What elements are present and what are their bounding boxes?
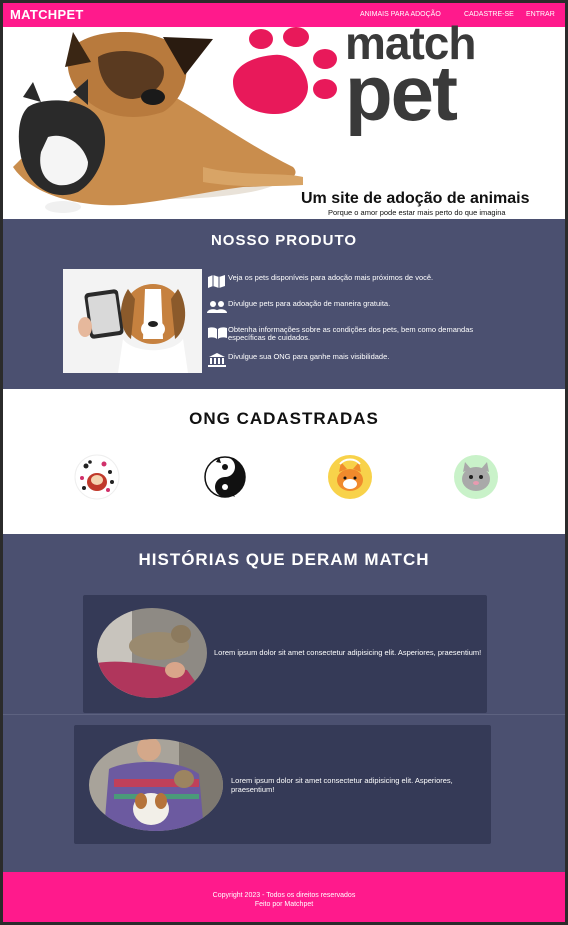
nav-link-entrar[interactable]: ENTRAR [526, 11, 555, 18]
feature-item: Divulgue pets para adoação de maneira gr… [207, 300, 390, 314]
logo-text-pet: pet [345, 49, 458, 137]
feature-text: Divulgue sua ONG para ganhe mais visibil… [228, 352, 390, 361]
section-divider [3, 714, 565, 715]
feature-item: Obtenha informações sobre as condições d… [207, 326, 487, 342]
section-title-historias: HISTÓRIAS QUE DERAM MATCH [138, 550, 430, 569]
ong-logo-paws[interactable] [74, 454, 120, 500]
footer-made-by: Feito por Matchpet [254, 901, 314, 908]
ong-logo-orange-cat[interactable] [325, 454, 375, 500]
section-title-produto: NOSSO PRODUTO [210, 232, 358, 249]
page-frame: MATCHPET ANIMAIS PARA ADOÇÃO CADASTRE-SE… [3, 3, 565, 922]
book-icon [208, 327, 227, 339]
hero-title: Um site de adoção de animais [301, 190, 530, 207]
section-historias: HISTÓRIAS QUE DERAM MATCH Lorem ipsum do… [3, 534, 565, 872]
feature-text: Obtenha informações sobre as condições d… [228, 325, 474, 342]
feature-text: Veja os pets disponíveis para adoção mai… [228, 273, 434, 282]
section-ong-cadastradas: ONG CADASTRADAS [3, 389, 565, 534]
story-photo [89, 739, 223, 831]
story-card: Lorem ipsum dolor sit amet consectetur a… [74, 725, 491, 844]
hero-subtitle: Porque o amor pode estar mais perto do q… [328, 208, 506, 217]
story-card: Lorem ipsum dolor sit amet consectetur a… [83, 595, 487, 713]
ong-logo-grey-cat[interactable] [453, 454, 499, 500]
story-text: Lorem ipsum dolor sit amet consectetur a… [231, 776, 453, 794]
hero-banner: match pet Um site de adoção de animais P… [3, 20, 565, 219]
feature-text: Divulgue pets para adoação de maneira gr… [228, 299, 391, 308]
matchpet-logo-paw [233, 27, 337, 115]
story-photo [97, 608, 207, 698]
feature-item: Divulgue sua ONG para ganhe mais visibil… [207, 353, 389, 367]
map-icon [208, 275, 225, 288]
footer: Copyright 2023 - Todos os direitos reser… [3, 872, 565, 922]
users-icon [207, 301, 227, 313]
top-navbar: MATCHPET ANIMAIS PARA ADOÇÃO CADASTRE-SE… [3, 3, 565, 27]
section-nosso-produto: NOSSO PRODUTO Veja os pets disponíveis p… [3, 219, 565, 389]
matchpet-logo-text: match pet [345, 20, 476, 137]
ong-logo-yin-yang-cats[interactable] [202, 454, 248, 500]
product-photo [63, 269, 202, 373]
feature-item: Veja os pets disponíveis para adoção mai… [207, 274, 433, 288]
institution-icon [208, 353, 226, 367]
story-text: Lorem ipsum dolor sit amet consectetur a… [214, 648, 482, 657]
footer-copyright: Copyright 2023 - Todos os direitos reser… [212, 892, 356, 899]
section-title-ong: ONG CADASTRADAS [189, 409, 379, 428]
brand-logo[interactable]: MATCHPET [10, 7, 84, 22]
